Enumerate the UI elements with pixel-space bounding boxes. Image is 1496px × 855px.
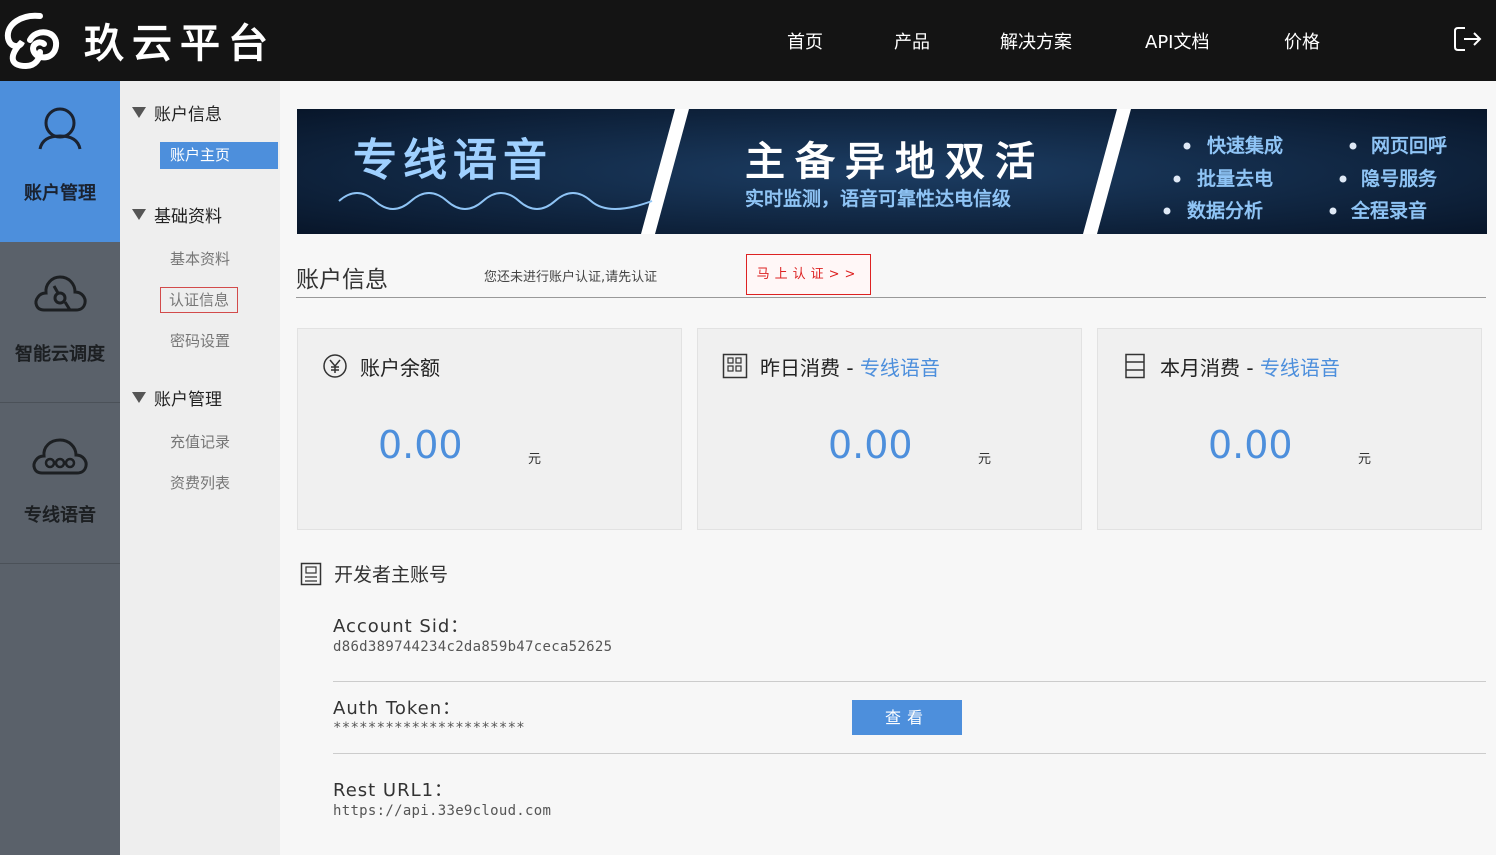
card-title: 账户余额 xyxy=(360,352,440,381)
nav-products[interactable]: 产品 xyxy=(894,28,930,54)
expand-triangle-icon xyxy=(132,107,146,118)
logo-icon xyxy=(4,12,60,70)
yesterday-cost-card: 昨日消费 - 专线语音 0.00 元 xyxy=(697,328,1082,530)
submenu-group-label: 账户管理 xyxy=(154,390,222,410)
yen-icon xyxy=(323,354,347,378)
nav-pricing[interactable]: 价格 xyxy=(1284,28,1320,54)
card-title-text: 昨日消费 xyxy=(760,356,840,380)
sidebar-item-label: 智能云调度 xyxy=(15,344,105,365)
submenu-item-recharge-records[interactable]: 充值记录 xyxy=(170,431,230,452)
card-title-product: 专线语音 xyxy=(1259,356,1340,380)
card-unit: 元 xyxy=(1358,452,1372,467)
submenu-item-basic-info[interactable]: 基本资料 xyxy=(170,248,230,269)
card-unit: 元 xyxy=(978,452,992,467)
card-title-text: 账户余额 xyxy=(360,356,440,380)
submenu-group-account-management[interactable]: 账户管理 xyxy=(132,385,222,410)
banner-feature: 数据分析 xyxy=(1187,199,1263,222)
card-value: 0.00 xyxy=(1208,423,1293,467)
card-value: 0.00 xyxy=(828,423,913,467)
banner-feature: 网页回呼 xyxy=(1371,135,1447,157)
balance-card: 账户余额 0.00 元 xyxy=(297,328,682,530)
banner-subline: 实时监测，语音可靠性达电信级 xyxy=(745,187,1011,210)
cloud-network-icon xyxy=(34,275,87,312)
divider xyxy=(296,297,1486,298)
banner-feature: 快速集成 xyxy=(1207,134,1283,157)
card-unit: 元 xyxy=(528,452,542,467)
cloud-voice-icon xyxy=(32,438,88,475)
rest-url-value: https://api.33e9cloud.com xyxy=(333,803,552,819)
card-title: 本月消费 - 专线语音 xyxy=(1160,356,1340,380)
nav-solutions[interactable]: 解决方案 xyxy=(1000,28,1072,54)
rest-url-label: Rest URL1： xyxy=(333,780,454,801)
developer-section-title: 开发者主账号 xyxy=(300,560,448,587)
card-value: 0.00 xyxy=(378,423,463,467)
grid-icon xyxy=(722,353,748,379)
promo-banner[interactable]: 专线语音 主备异地双活 实时监测，语音可靠性达电信级 快速集成 批量去电 数据分… xyxy=(297,109,1487,234)
card-title: 昨日消费 - 专线语音 xyxy=(760,356,940,380)
submenu-item-fee-list[interactable]: 资费列表 xyxy=(170,472,230,493)
submenu-group-label: 基础资料 xyxy=(154,207,222,227)
submenu-group-basic-profile[interactable]: 基础资料 xyxy=(132,202,222,227)
banner-title: 专线语音 xyxy=(353,135,553,186)
submenu-group-label: 账户信息 xyxy=(154,105,222,125)
sidebar-item-label: 专线语音 xyxy=(24,505,96,526)
banner-feature: 批量去电 xyxy=(1197,167,1273,190)
card-title-text: 本月消费 xyxy=(1160,356,1240,380)
view-token-button[interactable]: 查看 xyxy=(852,700,962,735)
banner-feature: 全程录音 xyxy=(1350,199,1427,222)
nav-api-docs[interactable]: API文档 xyxy=(1145,28,1209,54)
icon-sidebar: 账户管理 智能云调度 专线语音 xyxy=(0,81,120,855)
auth-token-label: Auth Token： xyxy=(333,698,462,719)
submenu-item-account-home[interactable]: 账户主页 xyxy=(160,142,278,169)
logout-icon[interactable] xyxy=(1452,24,1484,54)
account-sid-value: d86d389744234c2da859b47ceca52625 xyxy=(333,639,613,655)
sidebar-item-label: 账户管理 xyxy=(24,183,96,204)
user-icon xyxy=(38,107,82,150)
document-icon xyxy=(300,562,322,585)
list-icon xyxy=(1125,353,1145,379)
expand-triangle-icon xyxy=(132,209,146,220)
divider xyxy=(333,681,1486,682)
auth-token-value: ********************** xyxy=(333,720,526,736)
banner-graphic: 专线语音 主备异地双活 实时监测，语音可靠性达电信级 快速集成 批量去电 数据分… xyxy=(297,109,1487,234)
logo-text: 玖云平台 xyxy=(84,21,276,67)
submenu-group-account-info[interactable]: 账户信息 xyxy=(132,100,222,125)
sidebar-item-account-management[interactable]: 账户管理 xyxy=(0,81,120,242)
verify-now-button[interactable]: 马上认证>> xyxy=(746,254,871,295)
submenu-item-password[interactable]: 密码设置 xyxy=(170,330,230,351)
card-title-product: 专线语音 xyxy=(859,356,940,380)
banner-feature: 隐号服务 xyxy=(1361,167,1438,190)
expand-triangle-icon xyxy=(132,392,146,403)
nav-home[interactable]: 首页 xyxy=(787,28,823,54)
verification-notice: 您还未进行账户认证,请先认证 xyxy=(484,270,658,285)
month-cost-card: 本月消费 - 专线语音 0.00 元 xyxy=(1097,328,1482,530)
developer-title-text: 开发者主账号 xyxy=(334,564,449,586)
sidebar-item-smart-cloud[interactable]: 智能云调度 xyxy=(0,242,120,403)
account-info-title: 账户信息 xyxy=(296,267,388,293)
account-sid-label: Account Sid： xyxy=(333,616,470,637)
sub-menu: 账户信息 账户主页 基础资料 基本资料 认证信息 密码设置 账户管理 充值记录 … xyxy=(120,81,280,855)
sidebar-item-voice-line[interactable]: 专线语音 xyxy=(0,403,120,564)
divider xyxy=(333,753,1486,754)
submenu-item-verification[interactable]: 认证信息 xyxy=(160,287,239,313)
logo[interactable]: 玖云平台 xyxy=(0,10,276,70)
top-bar: 玖云平台 首页 产品 解决方案 API文档 价格 xyxy=(0,0,1496,81)
banner-headline: 主备异地双活 xyxy=(745,139,1045,185)
